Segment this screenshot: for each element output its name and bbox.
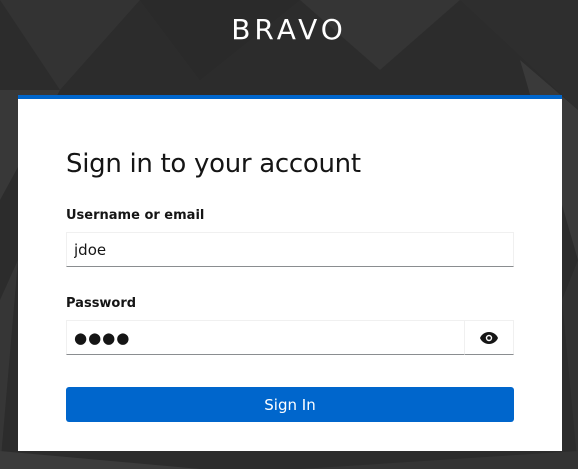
brand-logo: BRAVO	[231, 13, 347, 46]
login-card: Sign in to your account Username or emai…	[18, 95, 562, 451]
password-label: Password	[66, 296, 137, 311]
password-group	[66, 320, 514, 355]
username-label: Username or email	[66, 208, 205, 223]
page-title: Sign in to your account	[66, 149, 361, 179]
eye-icon	[480, 331, 498, 344]
show-password-button[interactable]	[464, 320, 514, 355]
username-input[interactable]	[66, 232, 514, 267]
sign-in-button[interactable]: Sign In	[66, 387, 514, 422]
password-input[interactable]	[66, 320, 465, 355]
